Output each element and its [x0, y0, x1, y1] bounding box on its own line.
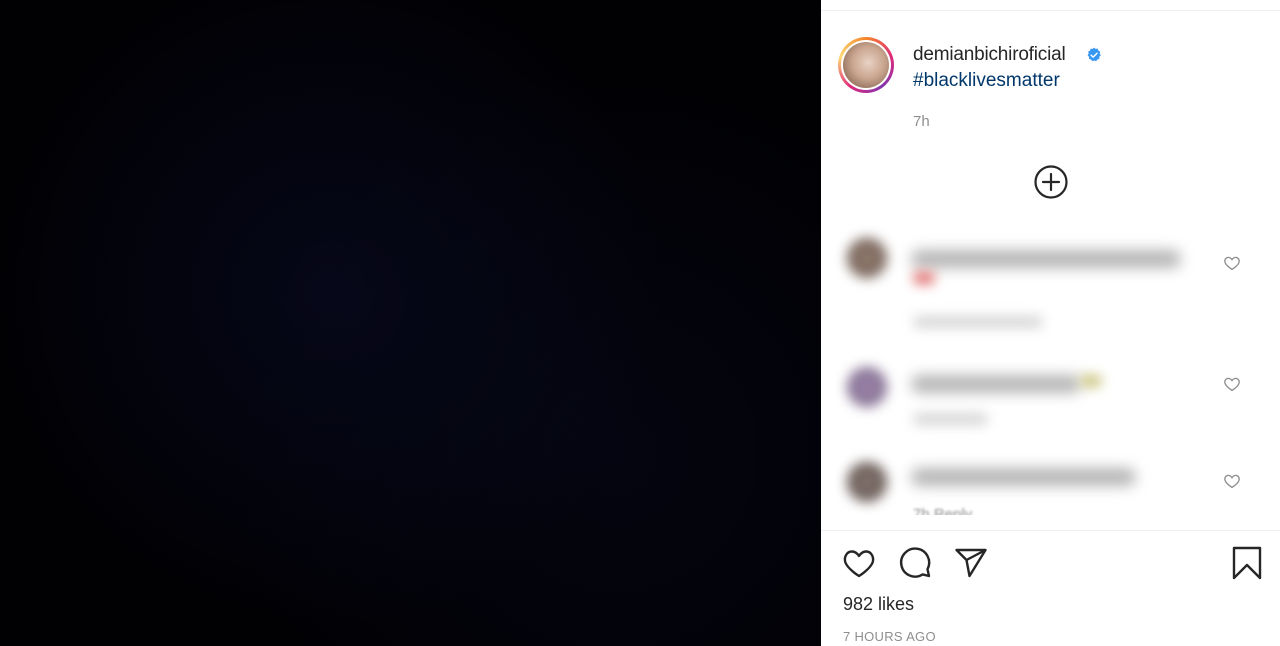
verified-badge-icon [1087, 47, 1101, 62]
like-count[interactable]: 982 likes [843, 594, 914, 615]
comment-meta-blurred [913, 316, 1043, 328]
comment-bubble-icon[interactable] [897, 545, 933, 581]
comment-avatar[interactable] [847, 462, 887, 502]
comment-avatar[interactable] [847, 367, 887, 407]
heart-icon[interactable] [1223, 375, 1241, 393]
divider [821, 10, 1280, 11]
comment-text-blurred [911, 468, 1136, 486]
avatar[interactable] [838, 37, 894, 93]
bookmark-icon[interactable] [1229, 545, 1265, 581]
paper-plane-icon[interactable] [953, 545, 989, 581]
heart-icon[interactable] [1223, 472, 1241, 490]
heart-icon[interactable] [841, 545, 877, 581]
comment-emoji-blurred [913, 272, 935, 284]
comment-avatar[interactable] [847, 238, 887, 278]
post-timestamp: 7 HOURS AGO [843, 629, 936, 644]
comments-list[interactable]: 7h Reply [835, 210, 1280, 515]
post-side-panel: demianbichiroficial #blacklivesmatter 7h [821, 0, 1280, 646]
username-link[interactable]: demianbichiroficial [913, 44, 1066, 66]
comment-meta-blurred [913, 413, 988, 425]
post-time: 7h [913, 113, 930, 130]
post-media[interactable] [0, 0, 821, 646]
avatar-image [843, 42, 889, 88]
caption-hashtag[interactable]: #blacklivesmatter [913, 70, 1060, 92]
comment-emoji-blurred [1080, 375, 1102, 387]
comment-text-blurred [911, 375, 1081, 393]
divider [821, 530, 1280, 531]
plus-circle-icon[interactable] [1033, 164, 1069, 200]
comment-reply-peek[interactable]: 7h Reply [913, 506, 972, 515]
comment-text-blurred [911, 250, 1181, 268]
heart-icon[interactable] [1223, 254, 1241, 272]
